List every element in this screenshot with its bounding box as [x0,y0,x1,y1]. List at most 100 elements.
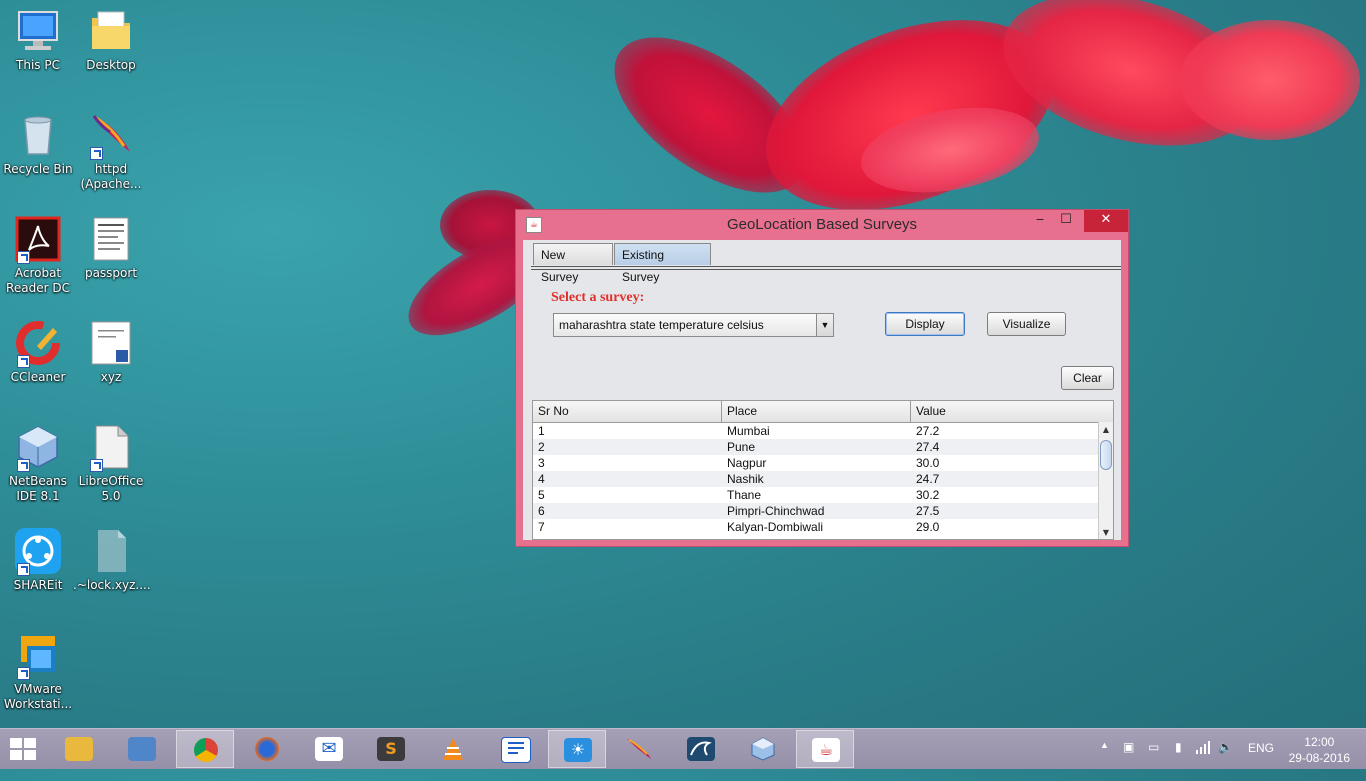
taskbar-mail[interactable]: ✉ [300,730,358,768]
table-row[interactable]: 4 Nashik 24.7 [533,471,1098,487]
table-row[interactable]: 5 Thane 30.2 [533,487,1098,503]
taskbar-apache[interactable] [610,730,668,768]
cell-sr-no: 1 [538,424,545,438]
shortcut-arrow-icon [17,251,30,264]
desktop-icon-acrobat[interactable]: Acrobat Reader DC [0,216,76,296]
cell-sr-no: 7 [538,520,545,534]
display-icon[interactable]: ▭ [1148,740,1159,780]
table-row[interactable]: 1 Mumbai 27.2 [533,423,1098,439]
taskbar-java[interactable]: ☕ [796,730,854,768]
sublime-text-icon: S [377,737,405,761]
taskbar-writer[interactable] [486,730,544,768]
desktop-icon-xyz[interactable]: xyz [73,320,149,385]
taskbar-chrome[interactable] [176,730,234,768]
cell-sr-no: 4 [538,472,545,486]
visualize-button[interactable]: Visualize [987,312,1066,336]
desktop-icon-label: LibreOffice 5.0 [78,474,144,503]
desktop-icon-label: SHAREit [13,578,63,592]
maximize-button[interactable]: ☐ [1054,210,1078,232]
desktop-icon-shareit[interactable]: SHAREit [0,528,76,593]
firefox-icon [255,737,279,761]
recycle-bin-icon [15,112,61,158]
desktop-icon-recycle-bin[interactable]: Recycle Bin [0,112,76,177]
shortcut-arrow-icon [17,355,30,368]
taskbar-mysql[interactable] [672,730,730,768]
clear-button[interactable]: Clear [1061,366,1114,390]
display-button[interactable]: Display [885,312,965,336]
column-header-sr-no[interactable]: Sr No [533,401,722,422]
window-titlebar[interactable]: ☕ GeoLocation Based Surveys ‒ ☐ ✕ [516,210,1128,240]
java-icon: ☕ [812,738,840,762]
taskbar-file-explorer[interactable] [50,730,108,768]
desktop-icon-httpd[interactable]: httpd (Apache... [73,112,149,192]
document-icon [88,320,134,366]
clock[interactable]: 12:00 29-08-2016 [1289,734,1350,766]
table-body: 1 Mumbai 27.2 2 Pune 27.4 3 Nagpur 30.0 … [533,423,1098,535]
taskbar-control-panel[interactable] [113,730,171,768]
desktop-icon-label: .~lock.xyz.... [73,578,151,592]
taskbar: ✉ S ☀ ☕ ▲ ▣ ▭ ▮ 🔈 ENG 12:00 29-08-2016 [0,728,1366,769]
desktop-icon-vmware[interactable]: VMware Workstati... [0,632,76,712]
desktop-icon-label: Recycle Bin [3,162,73,176]
shortcut-arrow-icon [17,563,30,576]
desktop-icon-libreoffice[interactable]: LibreOffice 5.0 [73,424,149,504]
wifi-signal-icon[interactable] [1196,740,1210,780]
mysql-icon [687,737,715,761]
desktop-icon-ccleaner[interactable]: CCleaner [0,320,76,385]
column-header-place[interactable]: Place [722,401,911,422]
taskbar-netbeans[interactable] [734,730,792,768]
close-button[interactable]: ✕ [1084,210,1128,232]
shortcut-arrow-icon [17,667,30,680]
windows-logo-icon [24,738,36,748]
desktop-icon-label: VMware Workstati... [3,682,73,711]
survey-select[interactable]: maharashtra state temperature celsius ▼ [553,313,834,337]
table-row[interactable]: 7 Kalyan-Dombiwali 29.0 [533,519,1098,535]
desktop-icon-label: This PC [16,58,60,72]
table-row[interactable]: 6 Pimpri-Chinchwad 27.5 [533,503,1098,519]
tab-divider [531,266,1121,270]
table-row[interactable]: 2 Pune 27.4 [533,439,1098,455]
tab-new-survey[interactable]: New Survey [533,243,613,284]
taskbar-vlc[interactable] [424,730,482,768]
desktop-icon-desktop[interactable]: Desktop [73,8,149,73]
table-row[interactable]: 3 Nagpur 30.0 [533,455,1098,471]
start-button[interactable] [10,738,38,760]
taskbar-firefox[interactable] [238,730,296,768]
taskbar-sublime-text[interactable]: S [362,730,420,768]
shortcut-arrow-icon [90,147,103,160]
clock-date: 29-08-2016 [1288,751,1350,765]
desktop-icon-this-pc[interactable]: This PC [0,8,76,73]
volume-icon[interactable]: 🔈 [1218,740,1233,780]
chevron-down-icon[interactable]: ▼ [816,314,833,336]
desktop-icon-passport[interactable]: passport [73,216,149,281]
table-scrollbar[interactable]: ▲ ▼ [1098,422,1113,539]
cell-sr-no: 2 [538,440,545,454]
scrollbar-thumb[interactable] [1100,440,1112,470]
language-indicator[interactable]: ENG [1248,741,1274,781]
column-header-value[interactable]: Value [911,401,1099,422]
vlc-icon [439,737,467,761]
weather-icon: ☀ [564,738,592,762]
cell-place: Mumbai [727,424,770,438]
cell-sr-no: 6 [538,504,545,518]
netbeans-icon [749,737,777,761]
cell-place: Pune [727,440,756,454]
battery-icon[interactable]: ▮ [1175,740,1182,780]
desktop-icon-label: httpd (Apache... [80,162,142,191]
taskbar-weather[interactable]: ☀ [548,730,606,768]
results-table: Sr No Place Value 1 Mumbai 27.2 2 Pune 2… [532,400,1114,540]
scroll-up-arrow-icon[interactable]: ▲ [1099,424,1113,436]
wallpaper-petal [1180,20,1360,140]
desktop-icon-label: NetBeans IDE 8.1 [9,474,67,503]
desktop-icon-netbeans[interactable]: NetBeans IDE 8.1 [0,424,76,504]
cell-value: 27.5 [916,504,940,518]
windows-logo-icon [10,738,22,748]
select-survey-label: Select a survey: [551,290,645,305]
network-drive-icon[interactable]: ▣ [1123,740,1134,780]
cell-place: Nashik [727,472,764,486]
minimize-button[interactable]: ‒ [1028,210,1052,232]
show-hidden-icons[interactable]: ▲ [1100,740,1109,780]
tab-existing-survey[interactable]: Existing Survey [614,243,711,284]
scroll-down-arrow-icon[interactable]: ▼ [1099,527,1113,539]
desktop-icon-lock-file[interactable]: .~lock.xyz.... [73,528,151,593]
